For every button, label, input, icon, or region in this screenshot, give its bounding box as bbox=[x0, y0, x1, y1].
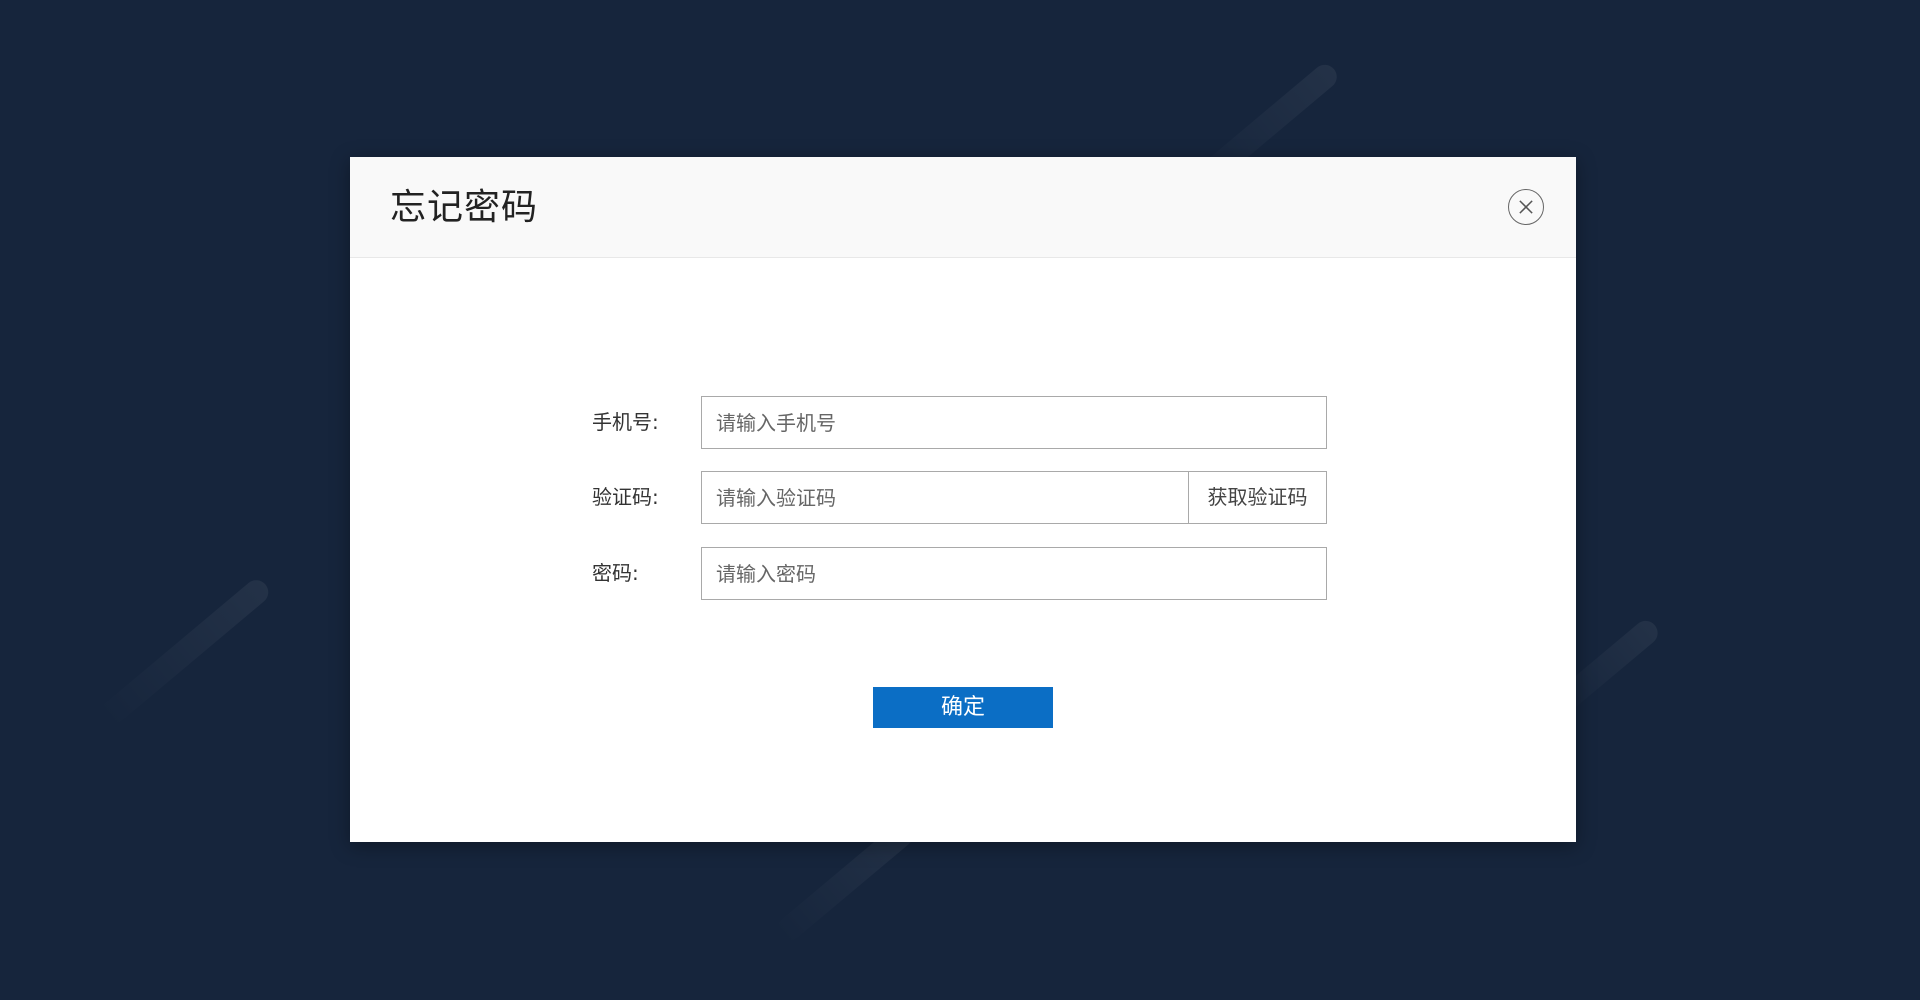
code-row: 验证码: 获取验证码 bbox=[350, 471, 1576, 524]
phone-row: 手机号: bbox=[350, 396, 1576, 449]
background-streak bbox=[96, 575, 274, 729]
code-label: 验证码: bbox=[592, 485, 659, 509]
code-input[interactable] bbox=[701, 471, 1189, 524]
dialog-header: 忘记密码 bbox=[350, 157, 1576, 258]
close-button[interactable] bbox=[1508, 189, 1544, 225]
password-row: 密码: bbox=[350, 547, 1576, 600]
confirm-button[interactable]: 确定 bbox=[873, 687, 1053, 728]
password-label: 密码: bbox=[592, 561, 639, 585]
dialog-title: 忘记密码 bbox=[390, 187, 539, 228]
forgot-password-dialog: 忘记密码 手机号: 验证码: 获取验证码 密码: 确定 bbox=[350, 157, 1576, 842]
phone-input[interactable] bbox=[701, 396, 1327, 449]
phone-label: 手机号: bbox=[592, 410, 659, 434]
close-circle-icon bbox=[1519, 200, 1533, 214]
get-code-button[interactable]: 获取验证码 bbox=[1188, 471, 1327, 524]
password-input[interactable] bbox=[701, 547, 1327, 600]
